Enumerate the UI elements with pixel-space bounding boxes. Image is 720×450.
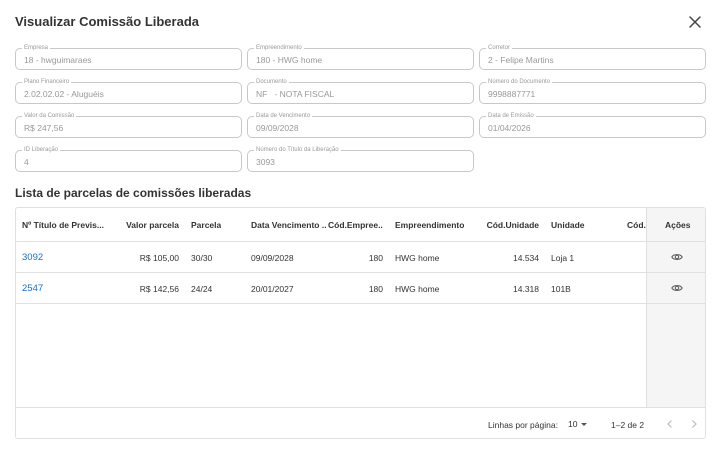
- corretor-field[interactable]: Corretor 2 - Felipe Martins: [479, 44, 706, 70]
- field-label: Número do Título da Liberação: [254, 146, 341, 154]
- column-header-cod-c[interactable]: Cód.C: [627, 220, 646, 230]
- chevron-right-icon[interactable]: [688, 418, 700, 430]
- field-value: R$ 247,56: [24, 123, 64, 133]
- field-value: 3093: [256, 157, 275, 167]
- field-value: NF - NOTA FISCAL: [256, 89, 335, 99]
- field-value: 180 - HWG home: [256, 55, 323, 65]
- titulo-link[interactable]: 2547: [22, 283, 43, 294]
- field-label: Empresa: [22, 44, 51, 52]
- empreendimento-field[interactable]: Empreendimento 180 - HWG home: [247, 44, 474, 70]
- data-emissao-field[interactable]: Data de Emissão 01/04/2026: [479, 112, 706, 138]
- valor-cell: R$ 105,00: [139, 253, 179, 263]
- chevron-left-icon[interactable]: [664, 418, 676, 430]
- field-label: Valor da Comissão: [22, 112, 77, 120]
- field-label: Documento: [254, 78, 289, 86]
- column-header-parcela[interactable]: Parcela: [191, 220, 221, 230]
- data-vencimento-field[interactable]: Data de Vencimento 09/09/2028: [247, 112, 474, 138]
- empreendimento-cell: HWG home: [395, 253, 440, 263]
- documento-field[interactable]: Documento NF - NOTA FISCAL: [247, 78, 474, 104]
- unidade-cell: 101B: [551, 284, 571, 294]
- field-label: Empreendimento: [254, 44, 304, 52]
- valor-comissao-field[interactable]: Valor da Comissão R$ 247,56: [15, 112, 242, 138]
- field-label: Data de Vencimento: [254, 112, 313, 120]
- vencimento-cell: 09/09/2028: [251, 253, 294, 263]
- cod-unidade-cell: 14.318: [513, 284, 539, 294]
- grid-header: Nº Título de Previs... Valor parcela Par…: [16, 208, 705, 242]
- parcelas-grid: Nº Título de Previs... Valor parcela Par…: [15, 207, 706, 439]
- cod-unidade-cell: 14.534: [513, 253, 539, 263]
- parcela-cell: 24/24: [191, 284, 213, 294]
- vencimento-cell: 20/01/2027: [251, 284, 294, 294]
- column-header-valor[interactable]: Valor parcela: [116, 220, 179, 230]
- pagination-footer: Linhas por página: 10 1–2 de 2: [16, 407, 705, 438]
- column-header-unidade[interactable]: Unidade: [551, 220, 585, 230]
- field-label: ID Liberação: [22, 146, 61, 154]
- table-row[interactable]: 2547 R$ 142,56 24/24 20/01/2027 180 HWG …: [16, 273, 705, 304]
- field-label: Plano Financeiro: [22, 78, 72, 86]
- field-label: Data de Emissão: [486, 112, 536, 120]
- numero-documento-field[interactable]: Número do Documento 9998887771: [479, 78, 706, 104]
- field-value: 4: [24, 157, 29, 167]
- dialog-title: Visualizar Comissão Liberada: [15, 14, 199, 29]
- table-row[interactable]: 3092 R$ 105,00 30/30 09/09/2028 180 HWG …: [16, 242, 705, 273]
- column-header-titulo[interactable]: Nº Título de Previs...: [22, 220, 110, 230]
- page-range: 1–2 de 2: [611, 420, 645, 430]
- parcela-cell: 30/30: [191, 253, 213, 263]
- field-value: 2 - Felipe Martins: [488, 55, 554, 65]
- plano-financeiro-field[interactable]: Plano Financeiro 2.02.02.02 - Aluguéis: [15, 78, 242, 104]
- cod-empreend-cell: 180: [368, 284, 383, 294]
- column-header-cod-empreend[interactable]: Cód.Empree...: [328, 220, 383, 230]
- field-value: 18 - hwguimaraes: [24, 55, 92, 65]
- rows-per-page-value: 10: [568, 419, 578, 429]
- field-value: 2.02.02.02 - Aluguéis: [24, 89, 104, 99]
- column-header-vencimento[interactable]: Data Vencimento ...: [251, 220, 326, 230]
- column-header-empreendimento[interactable]: Empreendimento: [395, 220, 464, 230]
- list-title: Lista de parcelas de comissões liberadas: [15, 186, 252, 200]
- close-button[interactable]: [686, 13, 704, 31]
- numero-titulo-liberacao-field[interactable]: Número do Título da Liberação 3093: [247, 146, 474, 172]
- column-header-cod-unidade[interactable]: Cód.Unidade: [480, 220, 539, 230]
- close-icon: [689, 16, 701, 28]
- unidade-cell: Loja 1: [551, 253, 575, 263]
- rows-per-page-label: Linhas por página:: [488, 420, 558, 430]
- id-liberacao-field[interactable]: ID Liberação 4: [15, 146, 242, 172]
- rows-per-page-select[interactable]: 10: [568, 419, 588, 429]
- valor-cell: R$ 142,56: [139, 284, 179, 294]
- empreendimento-cell: HWG home: [395, 284, 440, 294]
- field-value: 9998887771: [488, 89, 536, 99]
- cod-empreend-cell: 180: [368, 253, 383, 263]
- field-label: Número do Documento: [486, 78, 553, 86]
- field-label: Corretor: [486, 44, 513, 52]
- titulo-link[interactable]: 3092: [22, 252, 43, 263]
- eye-icon[interactable]: [671, 252, 683, 262]
- empresa-field[interactable]: Empresa 18 - hwguimaraes: [15, 44, 242, 70]
- caret-down-icon: [581, 423, 588, 427]
- column-header-acoes: Ações: [665, 220, 691, 230]
- field-value: 01/04/2026: [488, 123, 531, 133]
- eye-icon[interactable]: [671, 283, 683, 293]
- field-value: 09/09/2028: [256, 123, 299, 133]
